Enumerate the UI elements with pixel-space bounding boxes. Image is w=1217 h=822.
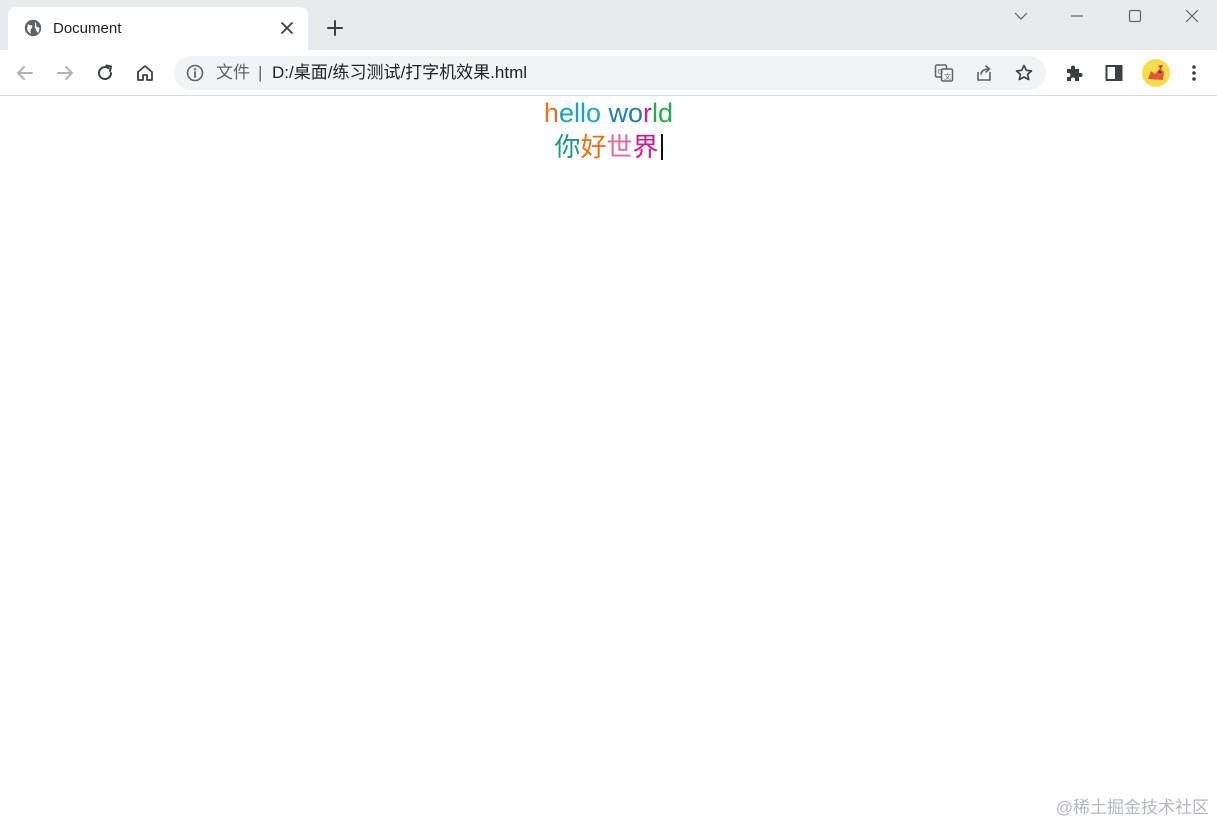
typed-line-chinese: 你好世界: [0, 131, 1217, 163]
menu-button[interactable]: [1181, 60, 1207, 86]
close-icon: [1185, 9, 1199, 23]
back-button[interactable]: [12, 60, 38, 86]
browser-toolbar: 文件 | D:/桌面/练习测试/打字机效果.html G 文: [0, 50, 1217, 96]
bookmark-button[interactable]: [1013, 62, 1035, 84]
close-icon: [281, 22, 293, 34]
forward-arrow-icon: [57, 66, 73, 80]
translate-icon: G 文: [934, 64, 954, 82]
tab-search-button[interactable]: [1008, 6, 1034, 26]
scheme-label: 文件: [216, 63, 250, 82]
back-arrow-icon: [17, 66, 33, 80]
typed-char: 你: [554, 132, 581, 162]
side-panel-button[interactable]: [1101, 60, 1127, 86]
new-tab-button[interactable]: [322, 15, 348, 41]
reload-button[interactable]: [92, 60, 118, 86]
minimize-button[interactable]: [1064, 6, 1090, 26]
star-icon: [1015, 64, 1033, 81]
extensions-button[interactable]: [1061, 60, 1087, 86]
text-cursor: [660, 134, 663, 160]
share-icon: [977, 65, 991, 81]
window-close-button[interactable]: [1179, 6, 1205, 26]
address-bar[interactable]: 文件 | D:/桌面/练习测试/打字机效果.html G 文: [174, 56, 1046, 90]
tab-document[interactable]: Document: [8, 7, 308, 50]
tab-close-button[interactable]: [278, 19, 296, 37]
typed-char: d: [658, 98, 674, 128]
typed-char: h: [543, 98, 559, 128]
typed-char: w: [608, 98, 629, 128]
maximize-icon: [1128, 9, 1142, 23]
typed-char: 界: [632, 132, 659, 162]
browser-window: Document 文件 | D:/桌面/练习测试/打字机效果.html G 文 …: [0, 0, 1217, 822]
url-text[interactable]: D:/桌面/练习测试/打字机效果.html: [272, 63, 527, 83]
watermark: @稀土掘金技术社区: [1055, 798, 1209, 817]
svg-text:G: G: [938, 68, 943, 76]
translate-button[interactable]: G 文: [933, 62, 955, 84]
typed-line-english: hello world: [0, 97, 1217, 129]
typed-char: o: [585, 98, 601, 128]
home-button[interactable]: [132, 60, 158, 86]
tab-strip: Document: [0, 0, 1217, 50]
globe-icon: [24, 19, 42, 37]
reload-icon: [98, 64, 113, 81]
typed-char: [601, 98, 609, 128]
profile-fox-icon: [1148, 65, 1164, 80]
tab-title: Document: [53, 20, 122, 37]
typed-char: 好: [580, 132, 607, 162]
scheme-separator: |: [258, 63, 263, 82]
plus-icon: [327, 20, 343, 36]
typed-char: r: [643, 98, 653, 128]
more-vert-icon: [1192, 65, 1196, 81]
home-icon: [137, 65, 153, 81]
puzzle-icon: [1067, 65, 1083, 81]
typed-char: 世: [606, 132, 633, 162]
info-icon[interactable]: [186, 64, 204, 82]
minimize-icon: [1071, 15, 1083, 17]
typed-char: o: [628, 98, 644, 128]
forward-button[interactable]: [52, 60, 78, 86]
chevron-down-icon: [1014, 12, 1028, 20]
side-panel-icon: [1105, 65, 1123, 81]
svg-text:文: 文: [944, 72, 951, 81]
avatar[interactable]: [1142, 59, 1170, 87]
typed-char: e: [558, 98, 574, 128]
maximize-button[interactable]: [1122, 6, 1148, 26]
page-content: hello world 你好世界 @稀土掘金技术社区: [0, 96, 1217, 822]
share-button[interactable]: [973, 62, 995, 84]
